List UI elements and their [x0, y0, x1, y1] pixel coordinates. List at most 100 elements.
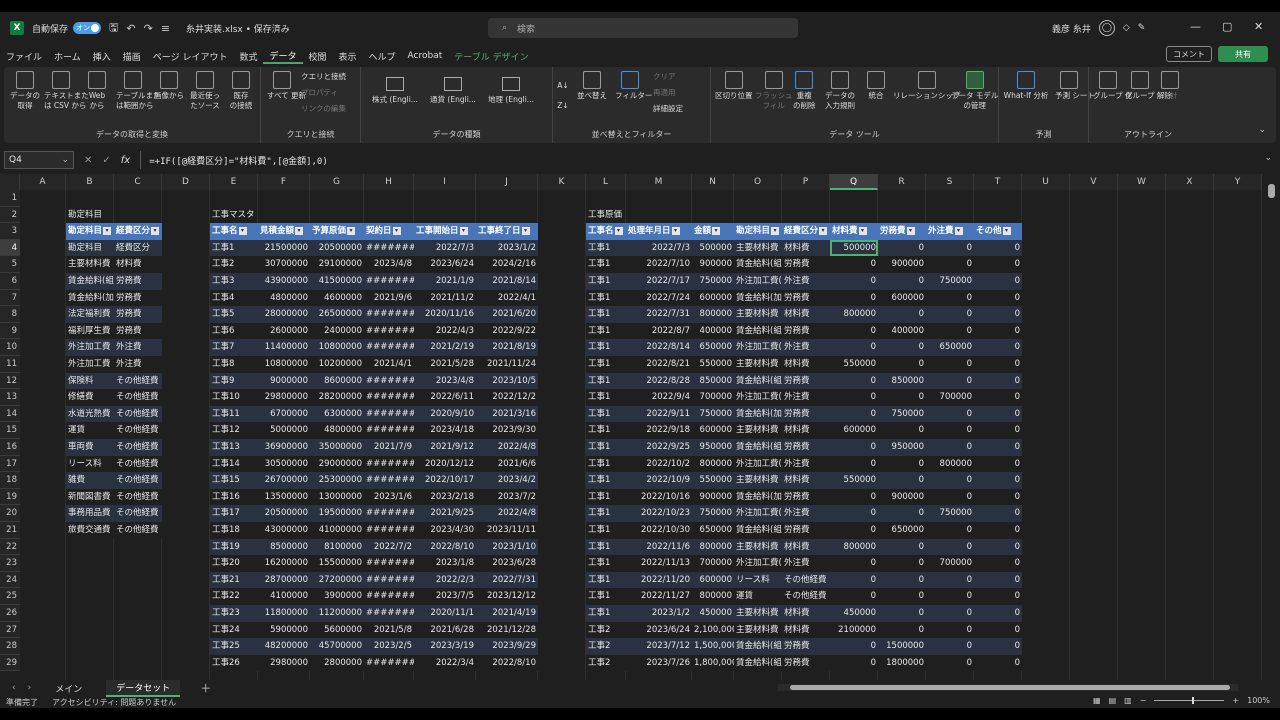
get-data-button-0[interactable]: データの 取得 [8, 71, 42, 111]
table3-header-cell[interactable]: 工事名 ▾ [586, 223, 626, 240]
add-sheet-icon[interactable]: ＋ [200, 680, 211, 696]
table2-cell[interactable]: 4100000 [258, 588, 310, 605]
normal-view-icon[interactable]: ▦ [1093, 696, 1101, 705]
table3-cell[interactable]: 賃金給料(組 [734, 372, 782, 390]
horizontal-scrollbar[interactable] [778, 684, 1238, 691]
table3-cell[interactable]: 0 [926, 289, 974, 307]
table3-cell[interactable]: 工事1 [586, 356, 626, 373]
data-tool-button-2[interactable]: 重複 の削除 [793, 71, 816, 111]
column-header[interactable]: F [258, 174, 310, 190]
column-header[interactable]: M [626, 174, 692, 190]
table2-cell[interactable]: 21500000 [258, 239, 310, 257]
table3-cell[interactable]: 材料費 [782, 538, 830, 556]
table2-cell[interactable]: ####### [364, 372, 414, 390]
forecast-sheet-button[interactable]: 予測 シート [1055, 71, 1095, 101]
table3-cell[interactable]: 900000 [692, 488, 734, 506]
table2-cell[interactable]: 45700000 [310, 638, 364, 655]
table3-cell[interactable]: 労務費 [782, 522, 830, 539]
table1-cell[interactable]: 経費区分 [114, 239, 162, 257]
column-header[interactable]: X [1166, 174, 1214, 190]
table3-cell[interactable]: 0 [830, 522, 878, 539]
table3-cell[interactable]: その他経費 [782, 571, 830, 589]
table2-cell[interactable]: 2021/5/28 [414, 356, 476, 373]
filter-dropdown-icon[interactable]: ▾ [954, 226, 963, 235]
row-header[interactable]: 6 [0, 273, 20, 290]
table3-cell[interactable]: 0 [878, 239, 926, 257]
table2-cell[interactable]: 2022/7/31 [476, 571, 538, 589]
table2-cell[interactable]: 2023/6/24 [414, 256, 476, 273]
table3-cell[interactable]: 0 [926, 405, 974, 423]
table3-cell[interactable]: 0 [974, 273, 1022, 290]
column-header[interactable]: V [1070, 174, 1118, 190]
table1-cell[interactable]: 賃金給料(加 [66, 289, 114, 307]
table3-cell[interactable]: 0 [926, 654, 974, 672]
table1-cell[interactable]: 労務費 [114, 289, 162, 307]
table3-cell[interactable]: 0 [974, 405, 1022, 423]
table2-cell[interactable]: 13000000 [310, 488, 364, 506]
table1-cell[interactable]: その他経費 [114, 505, 162, 522]
table3-cell[interactable]: 800000 [692, 455, 734, 473]
table1-cell[interactable]: 旅費交通費 [66, 522, 114, 539]
column-header[interactable]: U [1022, 174, 1070, 190]
zoom-slider[interactable] [1154, 697, 1225, 704]
table2-cell[interactable]: ####### [364, 588, 414, 605]
table3-cell[interactable]: 材料費 [782, 422, 830, 439]
table1-cell[interactable]: 車両費 [66, 439, 114, 456]
table2-cell[interactable]: 2023/1/2 [476, 239, 538, 257]
table2-header-cell[interactable]: 予算原価 ▾ [310, 223, 364, 240]
table3-cell[interactable]: 2022/7/17 [626, 273, 692, 290]
table3-cell[interactable]: 2022/10/30 [626, 522, 692, 539]
table3-cell[interactable]: 450000 [692, 605, 734, 622]
table2-cell[interactable]: ####### [364, 322, 414, 340]
row-header[interactable]: 22 [0, 538, 20, 556]
table3-cell[interactable]: 0 [878, 555, 926, 572]
table3-cell[interactable]: 工事1 [586, 339, 626, 356]
column-header[interactable]: S [926, 174, 974, 190]
table3-cell[interactable]: 主要材料費 [734, 422, 782, 439]
column-header[interactable]: D [162, 174, 210, 190]
table3-cell[interactable]: 労務費 [782, 488, 830, 506]
table3-cell[interactable]: 2100000 [830, 621, 878, 639]
cancel-icon[interactable]: ✕ [84, 155, 92, 166]
data-tool-button-6[interactable]: データ モデル の管理 [951, 71, 998, 111]
table3-cell[interactable]: 0 [926, 322, 974, 340]
table3-cell[interactable]: 0 [974, 372, 1022, 390]
row-header[interactable]: 14 [0, 405, 20, 423]
table3-cell[interactable]: 950000 [878, 439, 926, 456]
undo-icon[interactable]: ↶ [126, 22, 135, 35]
table3-cell[interactable]: 2022/9/25 [626, 439, 692, 456]
table3-cell[interactable]: 材料費 [782, 621, 830, 639]
table3-cell[interactable]: 工事1 [586, 289, 626, 307]
table2-cell[interactable]: 8600000 [310, 372, 364, 390]
table3-cell[interactable]: 0 [830, 372, 878, 390]
table2-cell[interactable]: 工事8 [210, 356, 258, 373]
row-header[interactable]: 23 [0, 555, 20, 572]
filter-dropdown-icon[interactable]: ▾ [858, 226, 867, 235]
minimize-button[interactable]: — [1190, 20, 1201, 33]
table2-cell[interactable]: 2022/10/17 [414, 472, 476, 489]
table3-cell[interactable]: 600000 [692, 571, 734, 589]
table2-cell[interactable]: 2022/9/22 [476, 322, 538, 340]
table1-cell[interactable]: 労務費 [114, 322, 162, 340]
table1-cell[interactable]: その他経費 [114, 405, 162, 423]
row-header[interactable]: 18 [0, 472, 20, 489]
table3-cell[interactable]: 0 [974, 488, 1022, 506]
table3-cell[interactable]: リース料 [734, 571, 782, 589]
properties-button[interactable]: プロパティ [301, 87, 338, 98]
table3-cell[interactable]: 労務費 [782, 256, 830, 273]
table1-cell[interactable]: 外注費 [114, 356, 162, 373]
table3-cell[interactable]: 0 [974, 339, 1022, 356]
menu-tab-5[interactable]: 数式 [233, 50, 263, 63]
name-box[interactable]: Q4 ⌄ [4, 151, 74, 169]
enter-icon[interactable]: ✓ [102, 155, 110, 166]
table3-cell[interactable]: 0 [878, 472, 926, 489]
table3-cell[interactable]: 0 [830, 256, 878, 273]
geography-datatype[interactable]: 地理 (Engli... [485, 77, 537, 111]
table2-cell[interactable]: 2021/8/14 [476, 273, 538, 290]
table2-cell[interactable]: 6300000 [310, 405, 364, 423]
table3-cell[interactable]: 0 [830, 488, 878, 506]
table2-cell[interactable]: 43000000 [258, 522, 310, 539]
table3-cell[interactable]: 工事1 [586, 256, 626, 273]
table3-header-cell[interactable]: 労務費 ▾ [878, 223, 926, 240]
table3-cell[interactable]: 0 [926, 239, 974, 257]
